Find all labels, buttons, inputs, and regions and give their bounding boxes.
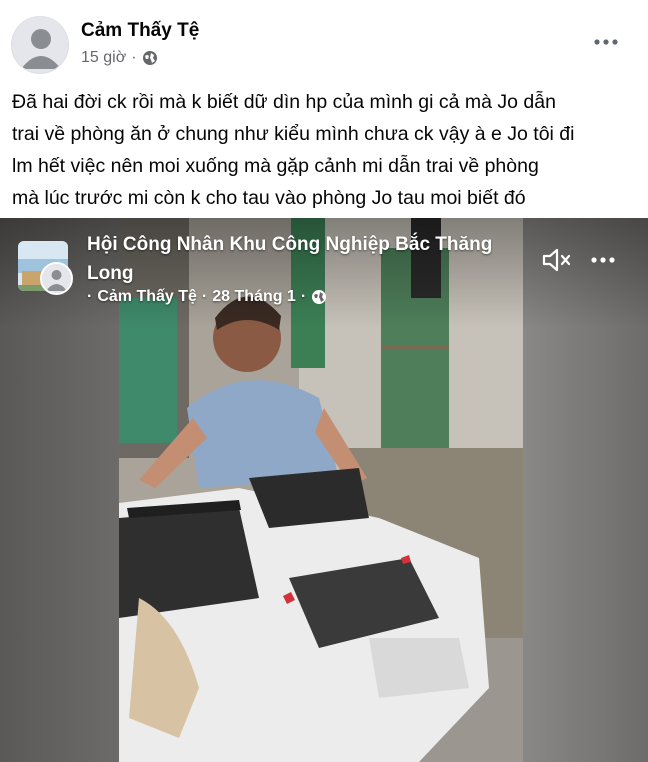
post-text: Đã hai đời ck rồi mà k biết dữ dìn hp củ… [12, 86, 638, 214]
shared-video-post: Hội Công Nhân Khu Công Nghiệp Bắc Thăng … [0, 218, 648, 762]
more-dots-icon [591, 257, 615, 263]
globe-icon [142, 51, 157, 65]
sub-author-name[interactable]: Cảm Thấy Tệ [97, 288, 197, 306]
meta-separator: · [201, 288, 208, 305]
default-avatar-icon [42, 264, 71, 293]
group-name-line: Long [87, 263, 134, 284]
author-name[interactable]: Cảm Thấy Tệ [81, 20, 199, 42]
mute-button[interactable] [541, 246, 573, 274]
post-text-line: Đã hai đời ck rồi mà k biết dữ dìn hp củ… [12, 91, 556, 113]
more-dots-icon [594, 39, 618, 45]
group-name-line: Hội Công Nhân Khu Công Nghiệp Bắc Thăng [87, 234, 493, 255]
post-meta: 15 giờ · [81, 49, 158, 67]
post-text-line: lm hết việc nên moi xuống mà gặp cảnh mi… [12, 155, 539, 177]
shared-meta: · Cảm Thấy Tệ · 28 Tháng 1 · [87, 288, 327, 306]
author-avatar[interactable] [11, 16, 69, 74]
video-more-button[interactable] [586, 248, 620, 272]
post-text-line: mà lúc trước mi còn k cho tau vào phòng … [12, 187, 526, 209]
sub-author-avatar[interactable] [40, 262, 73, 295]
post-time[interactable]: 15 giờ [81, 49, 126, 67]
globe-icon [312, 290, 327, 304]
post-header: Cảm Thấy Tệ 15 giờ · [0, 0, 648, 84]
speaker-muted-icon [542, 248, 571, 272]
meta-separator: · [131, 49, 137, 66]
group-name[interactable]: Hội Công Nhân Khu Công Nghiệp Bắc Thăng … [87, 230, 537, 288]
meta-separator: · [87, 288, 93, 305]
shared-date[interactable]: 28 Tháng 1 [212, 288, 296, 306]
post-text-line: trai về phòng ăn ở chung như kiểu mình c… [12, 123, 575, 145]
post-more-button[interactable] [588, 30, 624, 54]
default-avatar-icon [12, 17, 68, 73]
meta-separator: · [300, 288, 307, 305]
